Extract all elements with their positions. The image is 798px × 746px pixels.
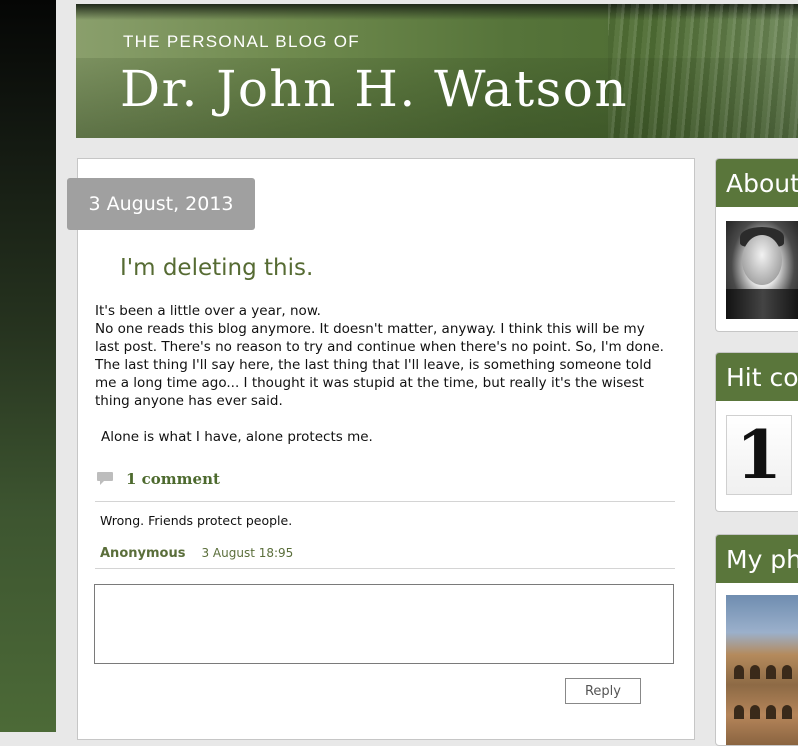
photos-widget: My ph <box>715 534 798 746</box>
post-title[interactable]: I'm deleting this. <box>120 255 313 281</box>
blog-title[interactable]: Dr. John H. Watson <box>120 60 628 118</box>
hit-counter-digit: 1 <box>736 416 782 494</box>
post-date-badge: 3 August, 2013 <box>67 178 255 230</box>
comments-header: 1 comment <box>96 468 220 490</box>
photo-arch <box>766 665 776 679</box>
comment-date-link[interactable]: 3 August 18:95 <box>201 546 293 560</box>
reply-textarea[interactable] <box>94 584 674 664</box>
speech-bubble-icon <box>96 471 114 487</box>
portrait-face <box>742 235 782 285</box>
hit-counter-display: 1 <box>726 415 792 495</box>
comment-author: Anonymous <box>100 546 186 561</box>
comments-count-link[interactable]: 1 comment <box>126 470 220 488</box>
portrait-suit <box>726 289 798 319</box>
photo-arch <box>782 705 792 719</box>
about-widget: About <box>715 158 798 332</box>
banner-light-streaks <box>608 4 798 138</box>
photo-arch <box>750 665 760 679</box>
photos-widget-title: My ph <box>716 535 798 583</box>
author-portrait[interactable] <box>726 221 798 319</box>
hit-counter-widget: Hit co 1 <box>715 352 798 512</box>
about-widget-title: About <box>716 159 798 207</box>
comments-divider-bottom <box>95 568 675 569</box>
blog-subtitle: THE PERSONAL BLOG OF <box>123 32 360 51</box>
post-body: It's been a little over a year, now. No … <box>95 302 665 446</box>
photo-arch <box>734 705 744 719</box>
post-paragraph-main: No one reads this blog anymore. It doesn… <box>95 321 664 409</box>
blog-header-banner: THE PERSONAL BLOG OF Dr. John H. Watson <box>76 4 798 138</box>
photo-arch <box>734 665 744 679</box>
comment-meta: Anonymous 3 August 18:95 <box>100 546 293 561</box>
photo-arch <box>750 705 760 719</box>
colosseum-photo[interactable] <box>726 595 798 745</box>
photo-arch <box>782 665 792 679</box>
hit-counter-title: Hit co <box>716 353 798 401</box>
post-paragraph-closing: Alone is what I have, alone protects me. <box>101 429 373 445</box>
photo-arch <box>766 705 776 719</box>
reply-button[interactable]: Reply <box>565 678 641 704</box>
left-background-rail <box>0 0 56 732</box>
comments-divider-top <box>95 501 675 502</box>
comment-text: Wrong. Friends protect people. <box>100 513 293 528</box>
post-paragraph-intro: It's been a little over a year, now. <box>95 303 321 319</box>
